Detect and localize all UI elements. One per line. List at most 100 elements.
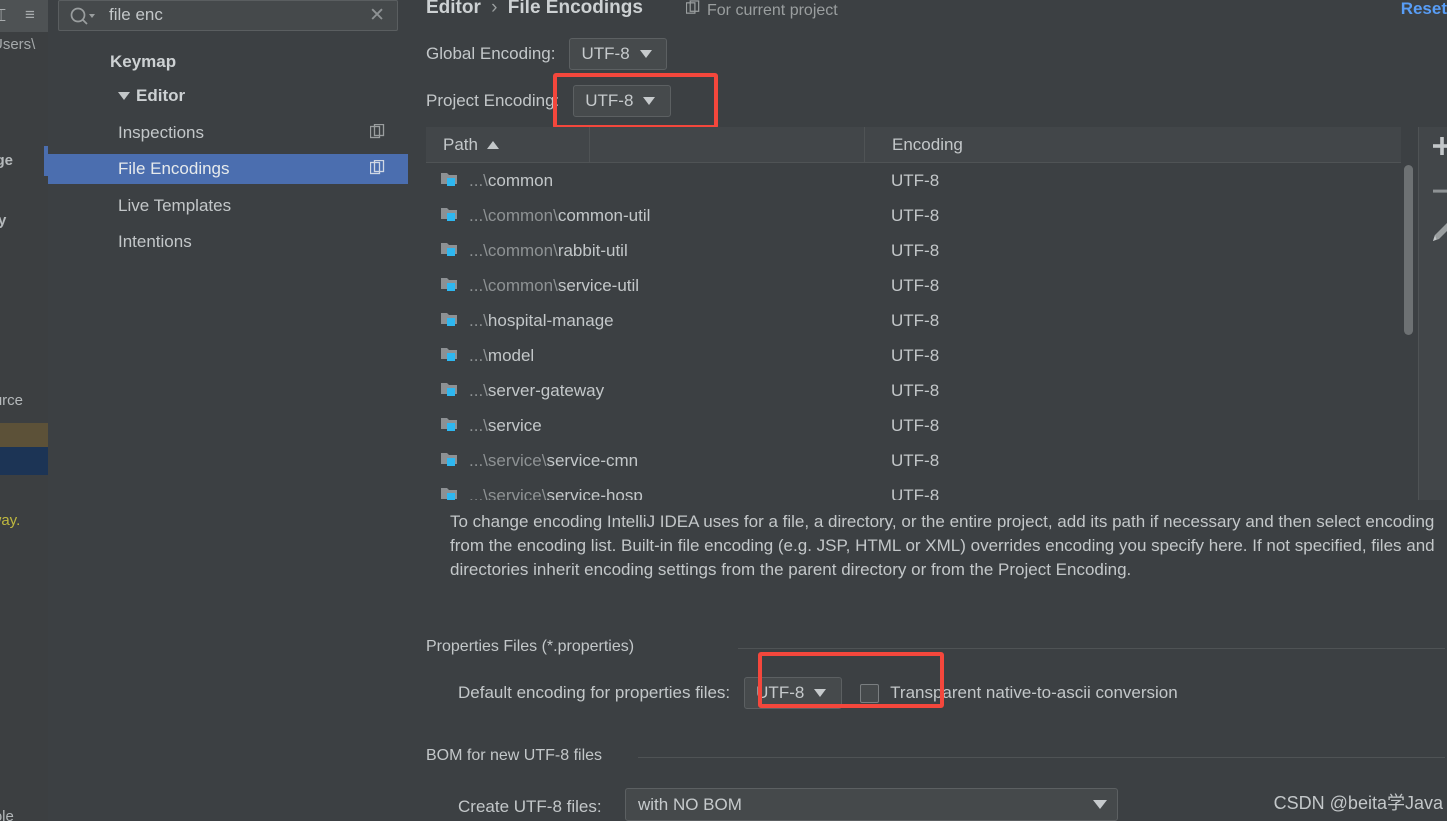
folder-module-icon (440, 379, 461, 403)
settings-sidebar: file enc ✕ Keymap Editor Inspections Fil… (48, 0, 408, 821)
breadcrumb-root[interactable]: Editor (426, 0, 481, 18)
encoding-cell[interactable]: UTF-8 (864, 451, 939, 471)
path-prefix: ...\ (469, 380, 488, 400)
column-header-spacer[interactable] (589, 127, 864, 162)
path-prefix: ...\common\ (469, 240, 558, 260)
encoding-cell[interactable]: UTF-8 (864, 206, 939, 226)
folder-module-icon (440, 309, 461, 333)
path-cell: ...\service\service-hosp (426, 484, 864, 501)
for-current-project-badge: For current project (685, 0, 838, 21)
path-prefix: ...\ (469, 310, 488, 330)
encoding-cell[interactable]: UTF-8 (864, 346, 939, 366)
table-row[interactable]: ...\service UTF-8 (426, 408, 1401, 443)
tree-item[interactable]: source (0, 392, 23, 409)
sidebar-item-file-encodings[interactable]: File Encodings (48, 154, 408, 184)
encoding-cell[interactable]: UTF-8 (864, 241, 939, 261)
edit-icon[interactable] (1428, 219, 1447, 247)
path-cell: ...\common\service-util (426, 274, 864, 298)
path-name: common (487, 170, 554, 190)
path-prefix: ...\ (469, 170, 488, 190)
tree-item[interactable]: teway. (0, 512, 20, 529)
table-body: ...\common UTF-8 ...\common\common-util … (426, 163, 1401, 500)
path-cell: ...\common\rabbit-util (426, 239, 864, 263)
path-name: service-util (557, 275, 640, 295)
default-properties-encoding-label: Default encoding for properties files: (458, 683, 731, 702)
global-encoding-row: Global Encoding: UTF-8 (426, 38, 668, 70)
transparent-native-to-ascii-checkbox[interactable] (860, 683, 880, 703)
sidebar-item-editor[interactable]: Editor (48, 81, 408, 111)
search-icon (69, 6, 95, 26)
table-toolbar (1418, 127, 1447, 500)
folder-module-icon (440, 484, 461, 500)
table-row[interactable]: ...\common UTF-8 (426, 163, 1401, 198)
chevron-down-icon[interactable] (118, 92, 130, 100)
path-text: ...\common\rabbit-util (469, 241, 628, 261)
path-cell: ...\server-gateway (426, 379, 864, 403)
tree-highlight-strip (0, 423, 48, 447)
tree-item[interactable]: nsole (0, 808, 14, 821)
table-scrollbar-thumb[interactable] (1404, 165, 1413, 335)
breadcrumb: Editor › File Encodings (426, 0, 643, 19)
table-row[interactable]: ...\service\service-hosp UTF-8 (426, 478, 1401, 500)
sidebar-item-inspections[interactable]: Inspections (48, 118, 408, 148)
path-cell: ...\service (426, 414, 864, 438)
path-cell: ...\service\service-cmn (426, 449, 864, 473)
default-properties-encoding-row: Default encoding for properties files: U… (458, 677, 1178, 709)
tree-selected-strip (0, 447, 48, 475)
settings-dialog-screenshot: ⌶ ≡ Users\ nage way a source e teway. t … (0, 0, 1447, 821)
path-name: hospital-manage (487, 310, 614, 330)
default-properties-encoding-select[interactable]: UTF-8 (744, 677, 843, 709)
global-encoding-select[interactable]: UTF-8 (569, 38, 668, 70)
remove-icon[interactable] (1428, 177, 1447, 205)
global-encoding-value: UTF-8 (581, 44, 630, 63)
sidebar-item-live-templates[interactable]: Live Templates (48, 191, 408, 221)
path-prefix: ...\service\ (469, 485, 547, 501)
table-row[interactable]: ...\service\service-cmn UTF-8 (426, 443, 1401, 478)
create-utf8-files-select[interactable]: with NO BOM (625, 788, 1118, 821)
path-text: ...\service (469, 416, 542, 436)
table-row[interactable]: ...\common\service-util UTF-8 (426, 268, 1401, 303)
encoding-cell[interactable]: UTF-8 (864, 416, 939, 436)
add-icon[interactable] (1428, 132, 1447, 160)
project-encoding-select[interactable]: UTF-8 (573, 85, 672, 117)
encoding-cell[interactable]: UTF-8 (864, 171, 939, 191)
project-encoding-row: Project Encoding: UTF-8 (426, 85, 672, 117)
sidebar-item-intentions[interactable]: Intentions (48, 227, 408, 257)
sidebar-item-keymap[interactable]: Keymap (48, 47, 408, 77)
table-row[interactable]: ...\hospital-manage UTF-8 (426, 303, 1401, 338)
table-row[interactable]: ...\common\rabbit-util UTF-8 (426, 233, 1401, 268)
clear-icon[interactable]: ✕ (369, 4, 385, 27)
encoding-cell[interactable]: UTF-8 (864, 276, 939, 296)
table-row[interactable]: ...\common\common-util UTF-8 (426, 198, 1401, 233)
column-header-path[interactable]: Path (426, 127, 589, 162)
path-prefix: ...\ (469, 345, 488, 365)
search-input[interactable]: file enc ✕ (58, 0, 398, 31)
folder-module-icon (440, 414, 461, 438)
folder-module-icon (440, 239, 461, 263)
tree-item[interactable]: way (0, 212, 6, 229)
path-name: server-gateway (487, 380, 605, 400)
path-cell: ...\common (426, 169, 864, 193)
reset-button[interactable]: Reset (1401, 0, 1447, 19)
create-utf8-files-label: Create UTF-8 files: (458, 797, 602, 816)
encoding-cell[interactable]: UTF-8 (864, 311, 939, 331)
path-name: service-cmn (546, 450, 639, 470)
path-text: ...\hospital-manage (469, 311, 614, 331)
history-icon[interactable]: ⌶ (0, 6, 6, 26)
settings-main-panel: Editor › File Encodings For current proj… (408, 0, 1447, 821)
column-header-encoding[interactable]: Encoding (864, 127, 1401, 162)
folder-module-icon (440, 274, 461, 298)
path-name: service-hosp (546, 485, 643, 501)
encoding-cell[interactable]: UTF-8 (864, 486, 939, 501)
encoding-cell[interactable]: UTF-8 (864, 381, 939, 401)
chevron-down-icon (1093, 800, 1107, 809)
collapse-all-icon[interactable]: ≡ (25, 5, 35, 25)
table-row[interactable]: ...\server-gateway UTF-8 (426, 373, 1401, 408)
transparent-native-to-ascii-label: Transparent native-to-ascii conversion (890, 683, 1178, 702)
project-scope-icon (369, 123, 386, 145)
path-text: ...\common (469, 171, 553, 191)
bom-group-title: BOM for new UTF-8 files (426, 747, 611, 765)
table-row[interactable]: ...\model UTF-8 (426, 338, 1401, 373)
ide-project-toolbar: ⌶ ≡ (0, 0, 48, 32)
tree-item[interactable]: nage (0, 152, 13, 169)
